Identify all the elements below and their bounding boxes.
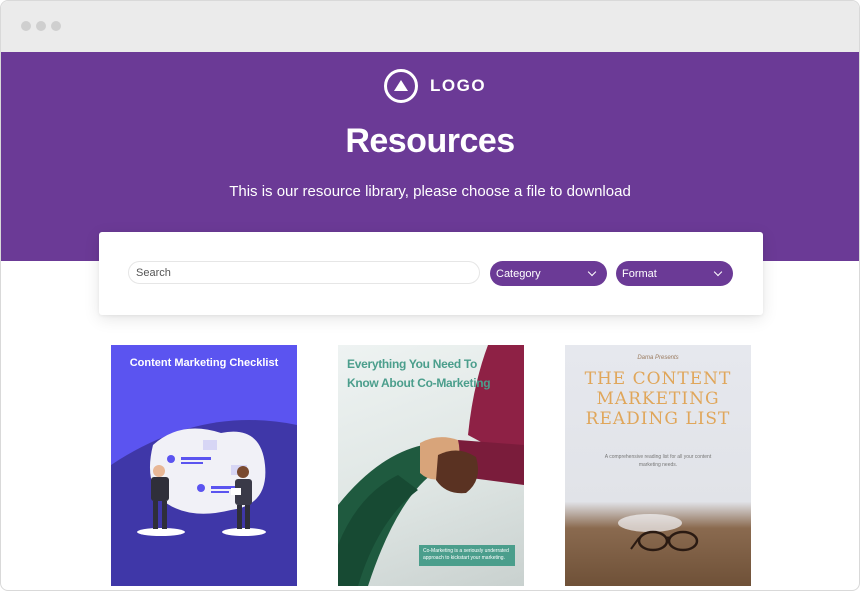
card-presenter: Dama Presents <box>637 355 679 361</box>
format-dropdown-label: Format <box>622 267 657 280</box>
window-titlebar <box>1 1 859 52</box>
filter-panel: Category Format <box>99 232 763 315</box>
page-title: Resources <box>345 122 515 160</box>
resource-card-co-marketing[interactable]: Everything You Need To Know About Co-Mar… <box>338 345 524 586</box>
chevron-down-icon <box>587 267 597 277</box>
category-dropdown[interactable]: Category <box>490 261 607 286</box>
chevron-down-icon <box>713 267 723 277</box>
search-input[interactable] <box>128 261 480 284</box>
window-maximize-dot[interactable] <box>51 21 61 31</box>
window-close-dot[interactable] <box>21 21 31 31</box>
card-title: THE CONTENT MARKETING READING LIST <box>584 369 732 429</box>
card-title: Everything You Need To Know About Co-Mar… <box>347 357 491 390</box>
logo[interactable]: LOGO <box>384 68 486 104</box>
category-dropdown-label: Category <box>496 267 541 280</box>
checklist-cover-illustration <box>111 420 297 586</box>
window-minimize-dot[interactable] <box>36 21 46 31</box>
card-description: A comprehensive reading list for all you… <box>604 454 712 468</box>
page-subtitle: This is our resource library, please cho… <box>229 183 631 200</box>
resource-card-content-marketing-checklist[interactable]: Content Marketing Checklist <box>111 345 297 586</box>
logo-triangle-icon <box>384 69 418 103</box>
card-title: Content Marketing Checklist <box>129 357 279 369</box>
logo-text: LOGO <box>430 76 487 95</box>
format-dropdown[interactable]: Format <box>616 261 733 286</box>
card-caption: Co-Marketing is a seriously underrated a… <box>419 545 515 566</box>
resource-card-reading-list[interactable]: Dama Presents THE CONTENT MARKETING READ… <box>565 345 751 586</box>
hero-banner: LOGO Resources This is our resource libr… <box>1 52 859 261</box>
browser-window: LOGO Resources This is our resource libr… <box>0 0 860 591</box>
